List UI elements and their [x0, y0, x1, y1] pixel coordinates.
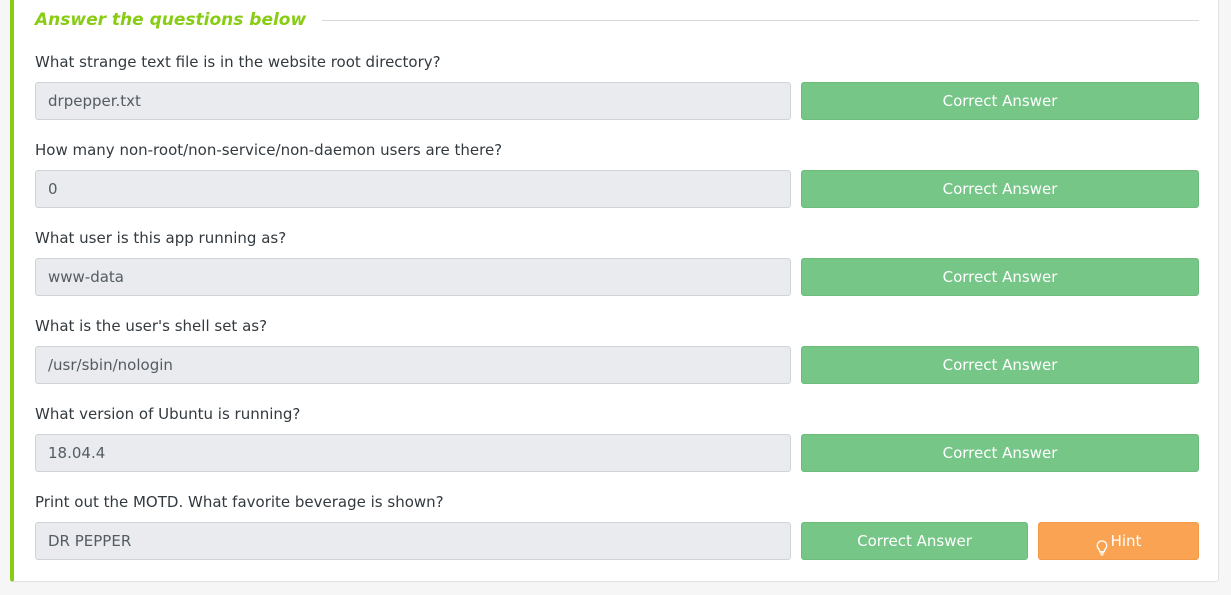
- correct-answer-button[interactable]: Correct Answer: [801, 434, 1199, 472]
- answer-input[interactable]: drpepper.txt: [35, 82, 791, 120]
- question-block: What version of Ubuntu is running? 18.04…: [35, 404, 1199, 472]
- answer-input[interactable]: 18.04.4: [35, 434, 791, 472]
- question-text: What user is this app running as?: [35, 229, 287, 247]
- question-text: Print out the MOTD. What favorite bevera…: [35, 493, 444, 511]
- answer-row: DR PEPPER Correct Answer Hint: [35, 522, 1199, 560]
- answer-row: /usr/sbin/nologin Correct Answer: [35, 346, 1199, 384]
- answer-input[interactable]: /usr/sbin/nologin: [35, 346, 791, 384]
- question-text: What is the user's shell set as?: [35, 317, 268, 335]
- question-text: What version of Ubuntu is running?: [35, 405, 301, 423]
- answer-row: www-data Correct Answer: [35, 258, 1199, 296]
- question-block: Print out the MOTD. What favorite bevera…: [35, 492, 1199, 560]
- correct-answer-button[interactable]: Correct Answer: [801, 82, 1199, 120]
- section-heading: Answer the questions below: [35, 10, 307, 30]
- correct-answer-button[interactable]: Correct Answer: [801, 258, 1199, 296]
- lightbulb-icon: [1096, 533, 1108, 556]
- heading-divider: [322, 19, 1199, 21]
- answer-row: drpepper.txt Correct Answer: [35, 82, 1199, 120]
- questions-header: Answer the questions below: [35, 8, 1199, 32]
- question-text: What strange text file is in the website…: [35, 53, 441, 71]
- task-card: Answer the questions below What strange …: [10, 0, 1219, 582]
- correct-answer-button[interactable]: Correct Answer: [801, 170, 1199, 208]
- question-block: How many non-root/non-service/non-daemon…: [35, 140, 1199, 208]
- question-block: What strange text file is in the website…: [35, 52, 1199, 120]
- answer-row: 0 Correct Answer: [35, 170, 1199, 208]
- question-block: What user is this app running as? www-da…: [35, 228, 1199, 296]
- question-block: What is the user's shell set as? /usr/sb…: [35, 316, 1199, 384]
- answer-input[interactable]: 0: [35, 170, 791, 208]
- hint-label: Hint: [1110, 532, 1142, 550]
- answer-input[interactable]: DR PEPPER: [35, 522, 791, 560]
- correct-answer-button[interactable]: Correct Answer: [801, 346, 1199, 384]
- question-text: How many non-root/non-service/non-daemon…: [35, 141, 503, 159]
- answer-row: 18.04.4 Correct Answer: [35, 434, 1199, 472]
- hint-button[interactable]: Hint: [1038, 522, 1199, 560]
- answer-input[interactable]: www-data: [35, 258, 791, 296]
- correct-answer-button[interactable]: Correct Answer: [801, 522, 1028, 560]
